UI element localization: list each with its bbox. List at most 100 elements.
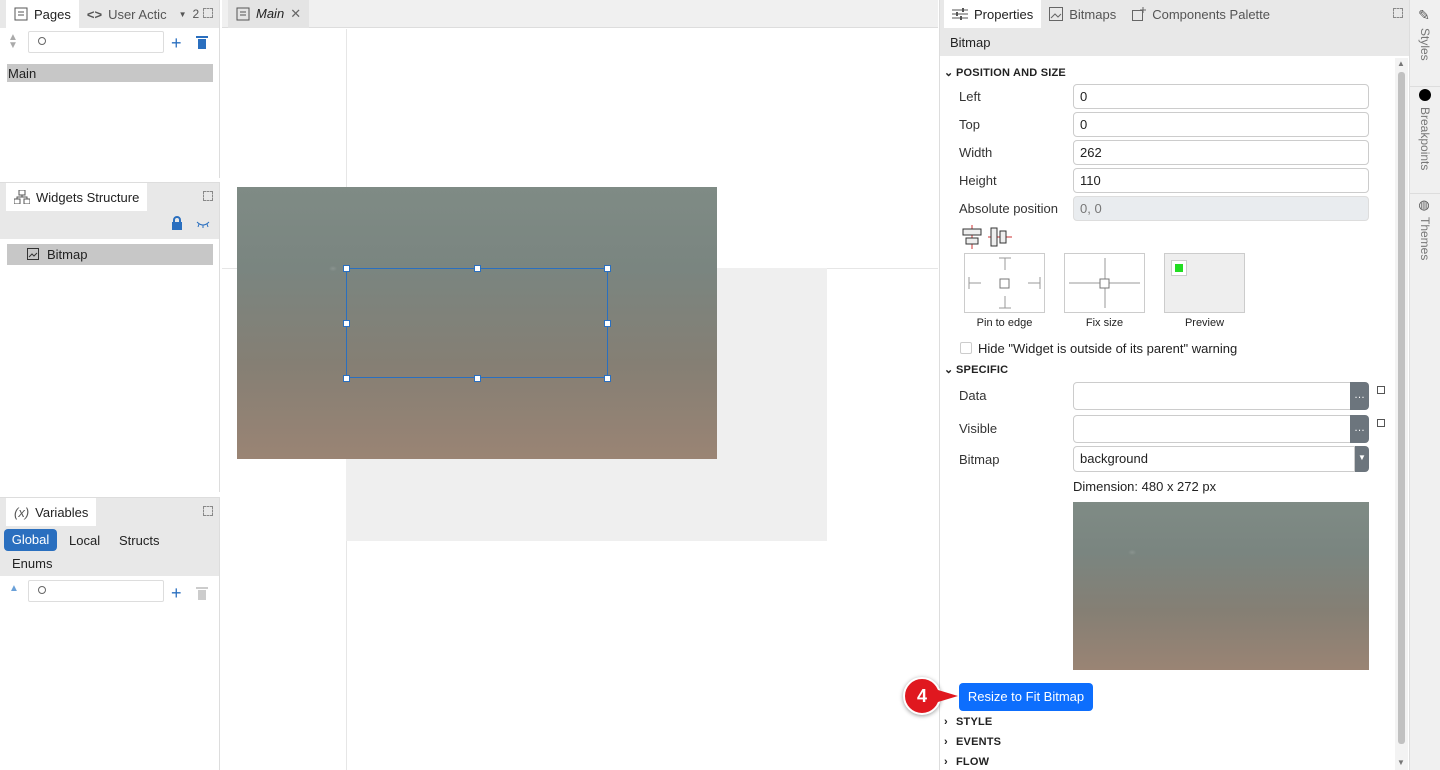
bitmap-label: Bitmap [959,452,1000,467]
delete-variable-icon[interactable] [196,587,208,600]
chevron-right-icon: › [944,716,948,728]
side-tab-breakpoints[interactable]: Breakpoints [1410,86,1440,182]
pin-to-edge-box[interactable] [964,253,1045,313]
pages-search-input[interactable] [28,31,164,53]
side-tab-styles-label: Styles [1418,28,1432,61]
section-specific[interactable]: ⌄ SPECIFIC [944,363,1008,376]
side-tab-themes-label: Themes [1418,217,1432,261]
add-component-icon [1132,7,1147,21]
sliders-icon [952,8,968,20]
variables-tabbar: (x) Variables [0,498,219,526]
section-style[interactable]: › STYLE [944,716,992,728]
fix-size-icon [1069,258,1140,308]
eye-hidden-icon[interactable] [196,220,210,228]
close-icon[interactable]: ✕ [290,6,301,22]
visible-field[interactable] [1073,415,1351,443]
scope-local[interactable]: Local [69,533,100,548]
code-icon: <> [86,6,103,22]
maximize-icon[interactable] [1393,8,1403,18]
step-badge-label: 4 [916,686,927,706]
resize-to-fit-button[interactable]: Resize to Fit Bitmap [959,683,1093,711]
scrollbar-track[interactable]: ▲ ▼ [1395,58,1408,770]
resize-handle-w[interactable] [343,320,350,327]
scope-structs[interactable]: Structs [119,533,159,548]
variables-search-input[interactable] [28,580,164,602]
breakpoint-dot-icon [1419,89,1431,101]
styles-icon: ✎ [1417,8,1433,24]
scope-enums-label: Enums [12,556,53,571]
section-events[interactable]: › EVENTS [944,736,1001,748]
visible-label: Visible [959,421,998,436]
height-field[interactable]: 110 [1073,168,1369,193]
sort-icon[interactable]: ▲ [9,583,19,594]
resize-handle-e[interactable] [604,320,611,327]
tab-pages[interactable]: Pages [6,0,79,28]
section-position-size[interactable]: ⌄ POSITION AND SIZE [944,66,1066,79]
resize-handle-se[interactable] [604,375,611,382]
width-field[interactable]: 262 [1073,140,1369,165]
palette-icon: ◍ [1417,198,1433,213]
scope-global[interactable]: Global [4,529,57,551]
tab-overflow[interactable]: ▼ 2 [175,0,204,28]
scroll-down-icon[interactable]: ▼ [1397,758,1405,767]
left-field[interactable]: 0 [1073,84,1369,109]
widget-item-bitmap[interactable]: Bitmap [7,244,213,265]
add-page-icon[interactable]: + [171,34,182,52]
caret-down-icon: ▼ [178,9,187,19]
tab-main[interactable]: Main ✕ [228,0,310,28]
section-style-label: STYLE [956,716,993,728]
visible-expression-button[interactable]: … [1350,415,1369,443]
align-horizontal-icon[interactable] [960,225,984,249]
widgets-toolbar [0,211,219,239]
pin-edge-icon [968,257,1041,309]
maximize-icon[interactable] [203,191,213,201]
resize-handle-n[interactable] [474,265,481,272]
resize-handle-ne[interactable] [604,265,611,272]
tab-properties[interactable]: Properties [944,0,1042,28]
fix-size-box[interactable] [1064,253,1145,313]
preview-widget [1171,260,1187,276]
side-tab-themes[interactable]: ◍ Themes [1410,193,1440,268]
chevron-down-icon: ⌄ [944,364,954,376]
scope-local-label: Local [69,533,101,548]
tab-user-actions-label: User Actic [108,6,167,22]
tab-bitmaps[interactable]: Bitmaps [1041,0,1124,28]
top-field[interactable]: 0 [1073,112,1369,137]
tab-widgets-structure[interactable]: Widgets Structure [6,183,148,211]
hide-warning-checkbox[interactable] [960,342,972,354]
tab-user-actions[interactable]: <> User Actic [79,0,175,28]
page-item-main[interactable]: Main [7,64,213,82]
preview-label: Preview [1184,317,1225,329]
maximize-icon[interactable] [203,506,213,516]
resize-handle-sw[interactable] [343,375,350,382]
selection-box[interactable] [346,268,608,378]
width-label: Width [959,145,993,160]
bitmap-select[interactable]: background [1073,446,1355,472]
add-variable-icon[interactable]: + [171,584,182,602]
sort-icon[interactable]: ▲ ▼ [8,33,18,51]
side-tab-styles[interactable]: ✎ Styles [1410,8,1440,74]
bitmap-select-dropdown[interactable]: ▼ [1355,446,1369,472]
scope-enums[interactable]: Enums [12,556,52,571]
align-vertical-icon[interactable] [988,225,1012,249]
tab-main-label: Main [256,6,285,21]
bitmap-preview-image [1073,502,1369,670]
section-flow[interactable]: › FLOW [944,756,989,768]
pages-tabbar: Pages <> User Actic ▼ 2 [0,0,219,28]
delete-page-icon[interactable] [196,36,208,49]
tab-variables[interactable]: (x) Variables [6,498,97,526]
scrollbar-thumb[interactable] [1398,72,1405,744]
resize-handle-s[interactable] [474,375,481,382]
tree-icon [14,190,30,204]
maximize-icon[interactable] [203,8,213,18]
lock-icon[interactable] [171,216,183,230]
caret-down-icon: ▼ [1358,453,1366,462]
data-flag-checkbox[interactable] [1377,386,1385,394]
section-flow-label: FLOW [956,756,990,768]
data-field[interactable] [1073,382,1351,410]
tab-components-palette[interactable]: Components Palette [1124,0,1278,28]
data-expression-button[interactable]: … [1350,382,1369,410]
visible-flag-checkbox[interactable] [1377,419,1385,427]
resize-handle-nw[interactable] [343,265,350,272]
scroll-up-icon[interactable]: ▲ [1397,59,1405,68]
